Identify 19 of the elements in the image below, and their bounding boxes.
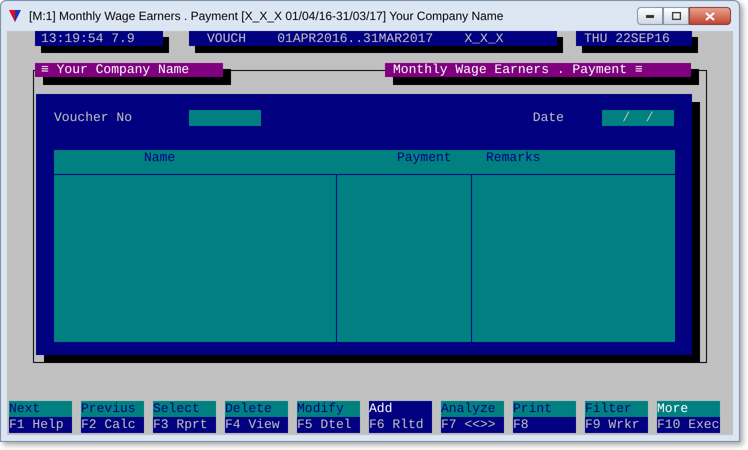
- maximize-button[interactable]: [663, 7, 689, 25]
- maximize-icon: [672, 12, 680, 20]
- field-label: Voucher No: [54, 109, 134, 128]
- close-button[interactable]: [689, 7, 731, 25]
- column-header: Remarks: [485, 150, 542, 167]
- minimize-icon: [646, 14, 654, 18]
- mode-display: VOUCH 01APR2016..31MAR2017 X_X_X: [189, 31, 557, 46]
- app-icon: [9, 10, 21, 22]
- clock-display: 13:19:54 7.9: [35, 31, 163, 46]
- column-header: Name: [143, 150, 176, 167]
- close-icon: [705, 12, 715, 20]
- panel-title: ≡ Your Company Name: [35, 63, 223, 77]
- input-field[interactable]: [189, 110, 261, 126]
- minimize-button[interactable]: [637, 7, 663, 25]
- field-label: Date: [532, 109, 564, 128]
- column-header: Payment: [396, 150, 453, 167]
- date-display: THU 22SEP16: [576, 31, 692, 46]
- window-title: [M:1] Monthly Wage Earners . Payment [X_X_X 01/04/16-31/03/17] Your Company Name: [29, 8, 504, 25]
- panel-title: Monthly Wage Earners . Payment ≡: [385, 63, 691, 77]
